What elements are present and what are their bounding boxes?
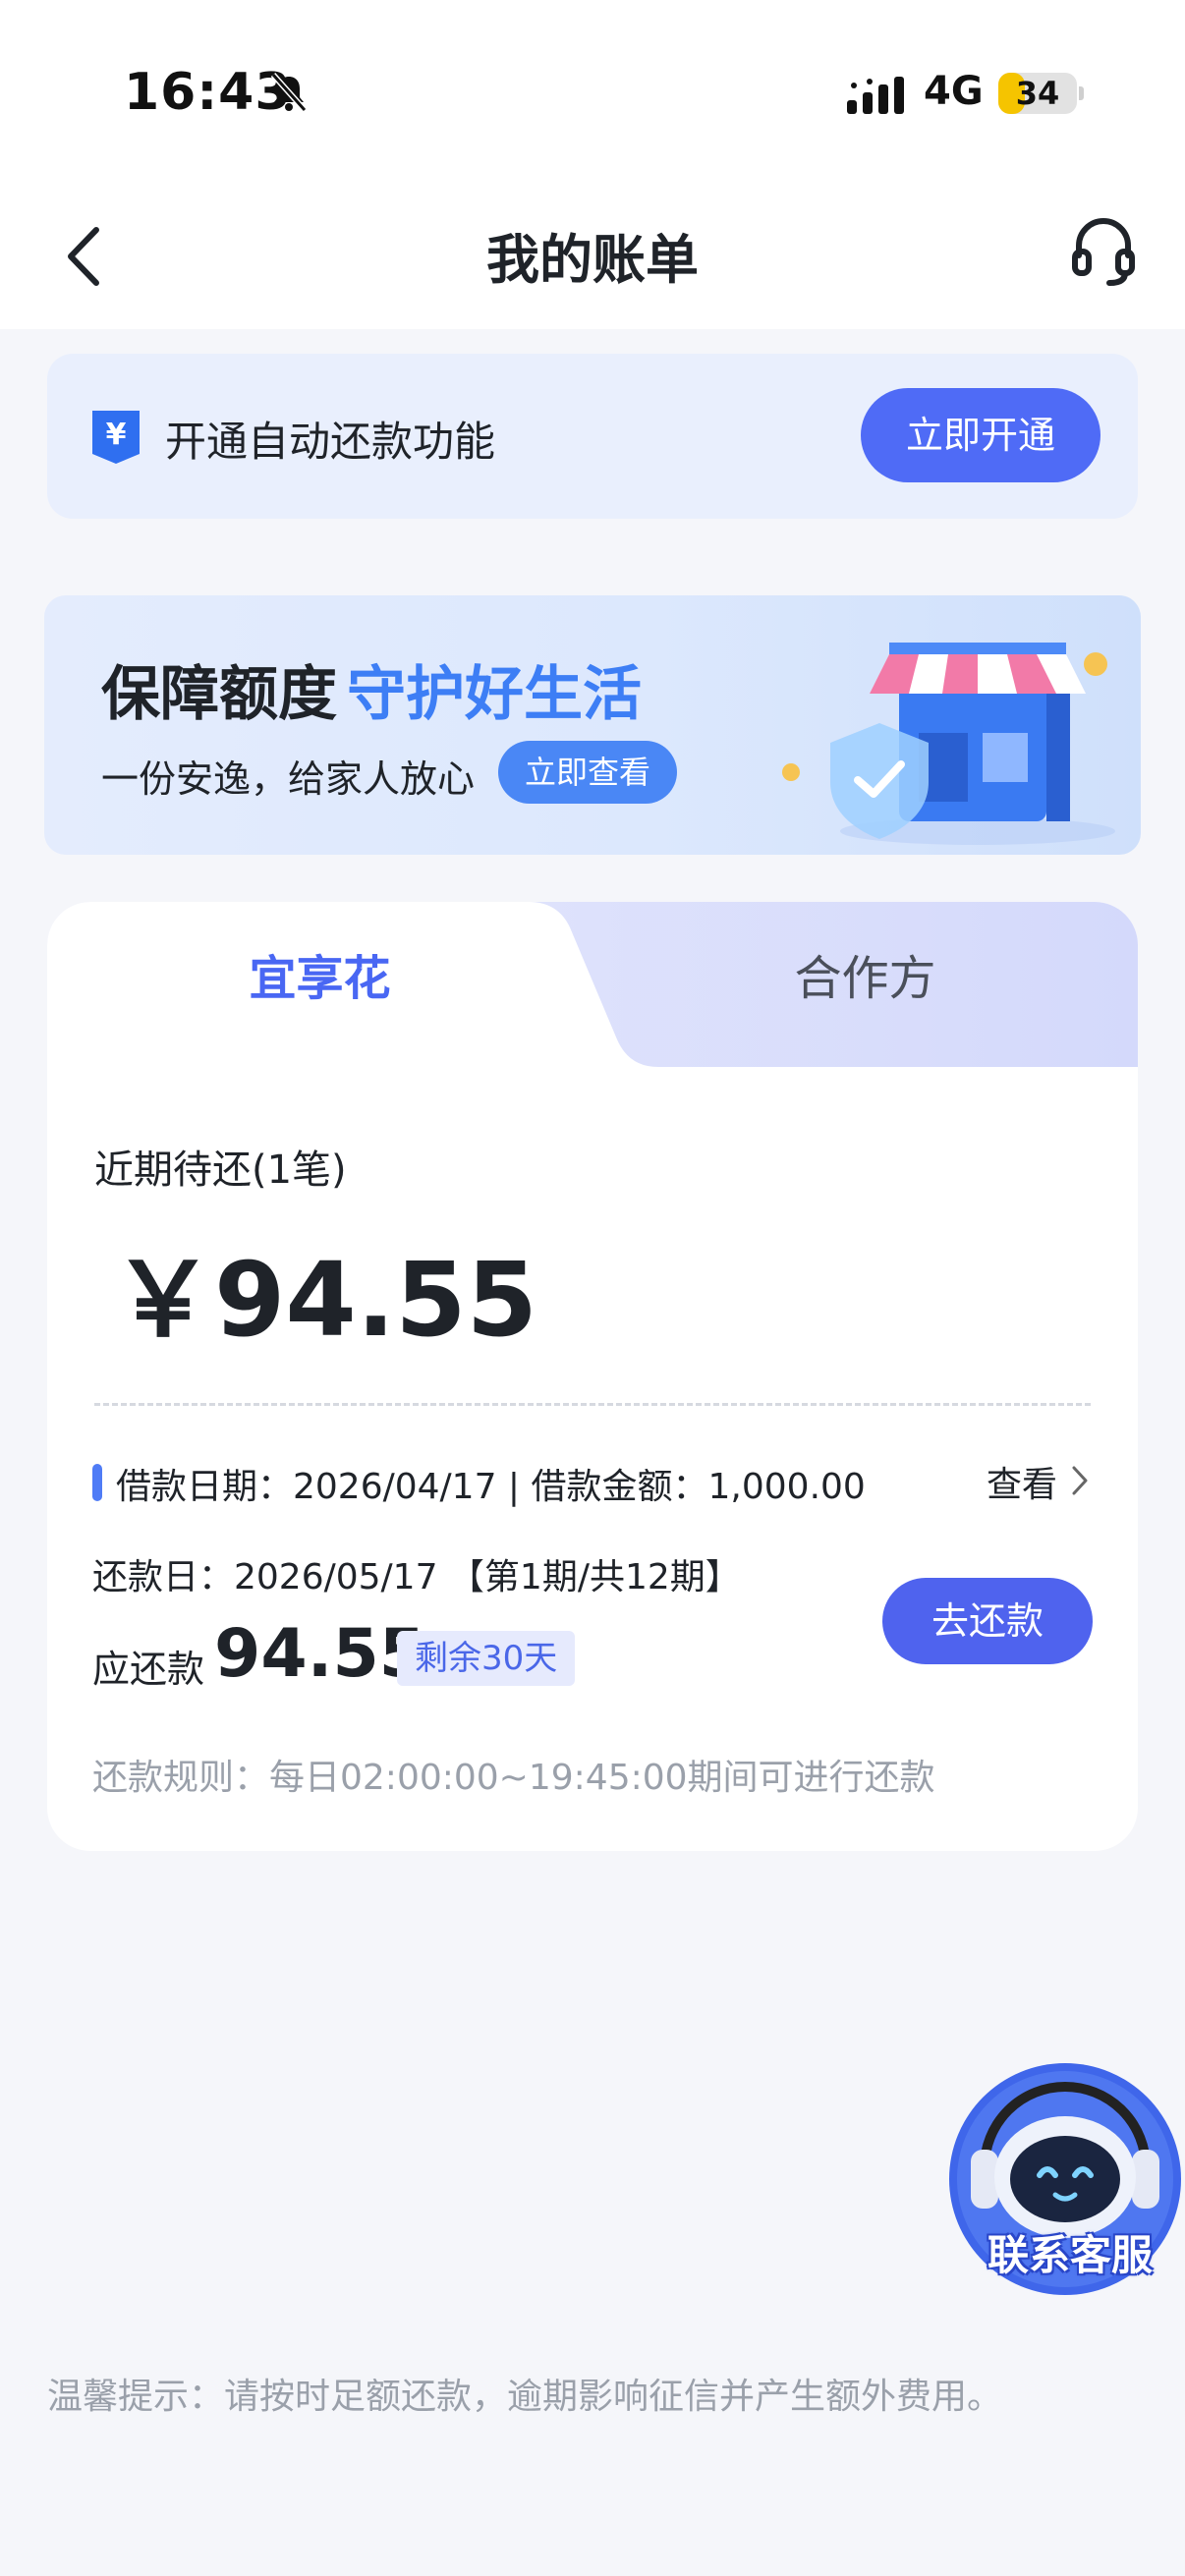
repay-rule: 还款规则：每日02:00:00~19:45:00期间可进行还款 [92, 1758, 935, 1798]
bill-card: 宜享花 合作方 近期待还(1笔) ￥94.55 借款日期：2026/04/17 … [47, 902, 1138, 1851]
repay-button[interactable]: 去还款 [882, 1578, 1093, 1664]
battery-icon: 34 [998, 73, 1077, 114]
battery-tip [1079, 86, 1084, 100]
nav-bar: 我的账单 [0, 187, 1185, 329]
pending-amount: ￥94.55 [112, 1240, 537, 1360]
should-pay-label: 应还款 [92, 1648, 205, 1691]
svg-text:¥: ¥ [106, 418, 127, 452]
autopay-card: ¥ 开通自动还款功能 立即开通 [47, 354, 1138, 519]
page-title: 我的账单 [486, 229, 699, 291]
shop-shield-illustration [782, 643, 1115, 845]
yen-shield-icon: ¥ [92, 411, 140, 464]
loan-marker [92, 1464, 102, 1501]
enable-autopay-button[interactable]: 立即开通 [861, 388, 1100, 482]
banner-title-highlight: 守护好生活 [347, 660, 642, 729]
battery-text: 34 [1015, 75, 1060, 112]
status-bar: 16:43 4G 34 [0, 0, 1185, 187]
loan-info: 借款日期：2026/04/17 | 借款金额：1,000.00 [116, 1467, 866, 1507]
headset-icon[interactable] [1071, 216, 1136, 287]
warm-tip: 温馨提示：请按时足额还款，逾期影响征信并产生额外费用。 [47, 2377, 1003, 2417]
banner-subtitle: 一份安逸，给家人放心 [101, 757, 476, 801]
remaining-days-badge: 剩余30天 [397, 1631, 576, 1686]
pending-label: 近期待还(1笔) [94, 1148, 347, 1193]
contact-service-label[interactable]: 联系客服 [977, 2222, 1163, 2282]
insurance-banner[interactable]: 保障额度 守护好生活 一份安逸，给家人放心 立即查看 [44, 595, 1141, 855]
bell-muted-icon [270, 73, 308, 112]
should-pay-amount: 94.55 [214, 1615, 426, 1693]
status-time: 16:43 [124, 63, 292, 122]
view-detail-link[interactable]: 查看 [987, 1456, 1057, 1507]
view-now-button[interactable]: 立即查看 [498, 741, 677, 804]
network-type: 4G [924, 69, 984, 114]
banner-title: 保障额度 [101, 660, 337, 729]
signal-icon [847, 77, 904, 114]
divider [94, 1403, 1091, 1406]
tab-yixianghua[interactable]: 宜享花 [47, 902, 592, 1067]
tab-partner[interactable]: 合作方 [592, 902, 1138, 1067]
autopay-text: 开通自动还款功能 [165, 418, 496, 466]
due-date: 还款日：2026/05/17 【第1期/共12期】 [92, 1557, 741, 1597]
chevron-right-icon[interactable] [1069, 1464, 1091, 1497]
